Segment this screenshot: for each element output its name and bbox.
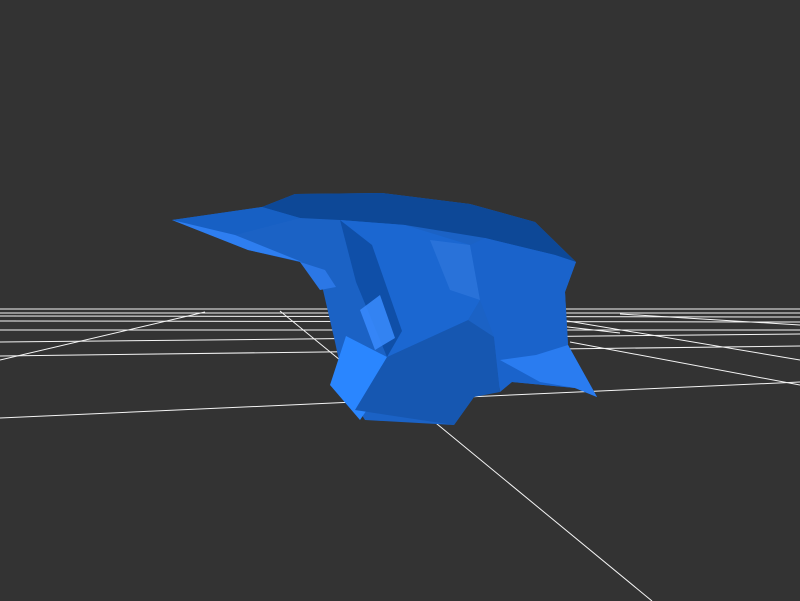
3d-viewport[interactable] — [0, 0, 800, 601]
grid-line — [0, 311, 206, 361]
scene-canvas[interactable] — [0, 0, 800, 601]
grid-line — [619, 313, 800, 326]
grid-line — [419, 409, 653, 601]
grid-line — [569, 341, 800, 386]
